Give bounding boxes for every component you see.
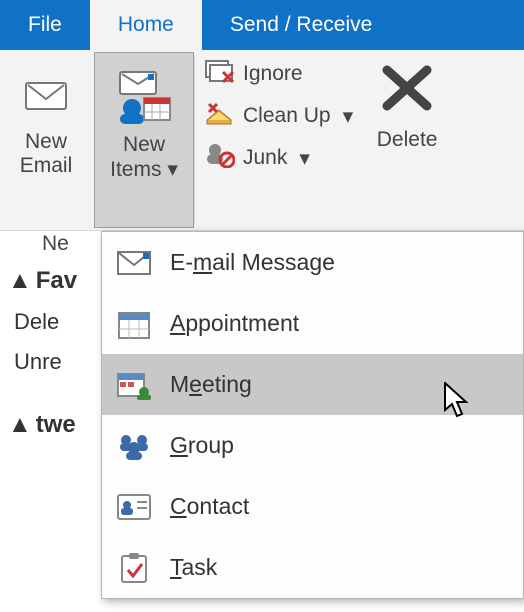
menu-label: Contact: [170, 493, 249, 520]
junk-icon: [205, 142, 235, 174]
tab-home[interactable]: Home: [90, 0, 202, 50]
new-email-label-2: Email: [20, 154, 73, 178]
dropdown-caret-icon: ▾: [167, 158, 178, 181]
new-email-label-1: New: [25, 130, 67, 154]
contact-icon: [116, 489, 152, 525]
junk-label: Junk: [243, 146, 287, 170]
menu-item-appointment[interactable]: Appointment: [102, 293, 523, 354]
new-email-button[interactable]: New Email: [0, 50, 92, 230]
menu-label: Meeting: [170, 371, 252, 398]
new-email-icon: [22, 60, 70, 130]
menu-item-meeting[interactable]: Meeting: [102, 354, 523, 415]
appointment-icon: [116, 306, 152, 342]
new-items-icon: [114, 63, 174, 133]
ribbon-tabs: File Home Send / Receive: [0, 0, 524, 50]
menu-item-email-message[interactable]: E-mail Message: [102, 232, 523, 293]
new-items-label-1: New: [123, 133, 165, 157]
delete-button[interactable]: Delete: [363, 50, 451, 230]
folder-nav: ▲ Fav Dele Unre ▲ twe: [0, 231, 105, 445]
tab-send-receive[interactable]: Send / Receive: [202, 0, 400, 50]
menu-item-contact[interactable]: Contact: [102, 476, 523, 537]
menu-item-group[interactable]: Group: [102, 415, 523, 476]
junk-button[interactable]: Junk ▾: [199, 140, 359, 176]
tab-file[interactable]: File: [0, 0, 90, 50]
menu-label: Group: [170, 432, 234, 459]
delete-label: Delete: [377, 128, 438, 152]
task-icon: [116, 550, 152, 586]
dropdown-caret-icon: ▾: [299, 146, 310, 171]
ignore-button[interactable]: Ignore: [199, 56, 359, 92]
account-header[interactable]: ▲ twe: [8, 411, 97, 439]
dropdown-caret-icon: ▾: [343, 104, 354, 129]
cleanup-button[interactable]: Clean Up ▾: [199, 98, 359, 134]
ignore-icon: [205, 58, 235, 90]
new-items-button[interactable]: New Items ▾: [94, 52, 194, 228]
cleanup-icon: [205, 100, 235, 132]
email-message-icon: [116, 245, 152, 281]
cleanup-label: Clean Up: [243, 104, 331, 128]
menu-label: Appointment: [170, 310, 299, 337]
group-icon: [116, 428, 152, 464]
nav-item-deleted[interactable]: Dele: [14, 309, 95, 335]
new-items-dropdown: E-mail Message Appointment Meeting Group…: [101, 231, 524, 599]
menu-item-task[interactable]: Task: [102, 537, 523, 598]
delete-icon: [375, 58, 439, 124]
ribbon: New Email New Items ▾ Ignore Clean Up ▾ …: [0, 50, 524, 231]
new-items-label-2: Items ▾: [110, 157, 178, 182]
nav-item-unread[interactable]: Unre: [14, 349, 95, 375]
meeting-icon: [116, 367, 152, 403]
menu-label: Task: [170, 554, 217, 581]
favorites-header[interactable]: ▲ Fav: [8, 267, 97, 295]
ignore-label: Ignore: [243, 62, 303, 86]
delete-actions-group: Ignore Clean Up ▾ Junk ▾: [195, 50, 363, 230]
menu-label: E-mail Message: [170, 249, 335, 276]
